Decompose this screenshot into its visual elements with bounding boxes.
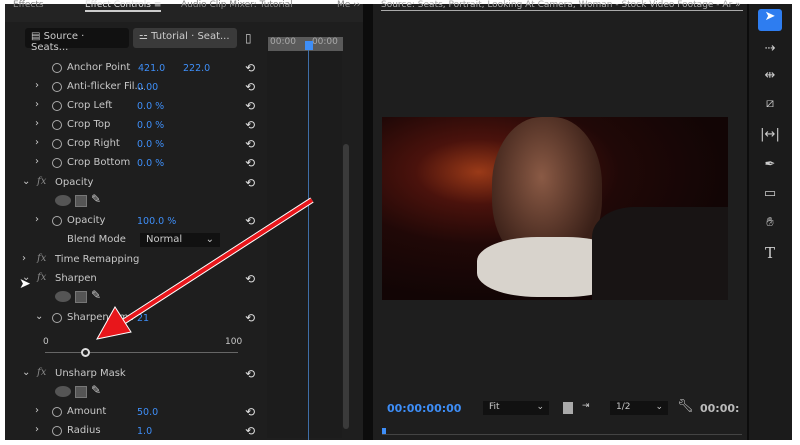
arrow-shaft [121, 198, 314, 324]
premiere-window: Effects Effect Controls ≡ Audio Clip Mix… [5, 0, 792, 440]
annotation-arrow [96, 197, 314, 340]
